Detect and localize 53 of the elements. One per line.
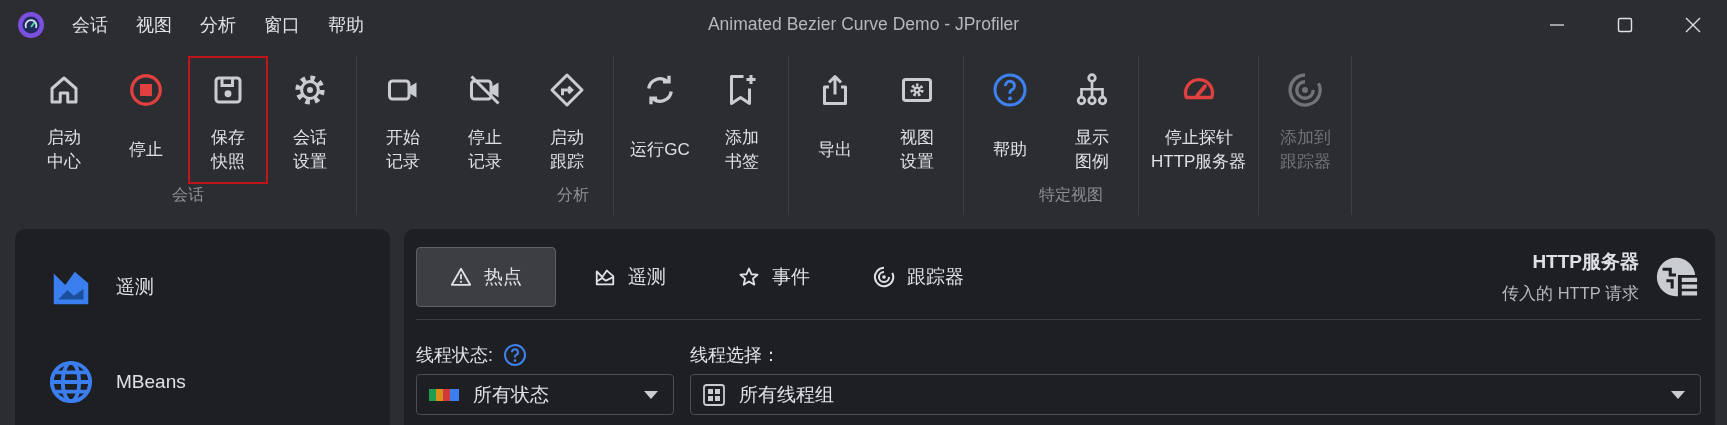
tab[interactable]: 遥测: [560, 247, 700, 307]
dropdown[interactable]: 所有状态: [416, 374, 674, 415]
stop-icon: [128, 72, 164, 108]
caret-icon: [1670, 389, 1686, 400]
toolbar-button[interactable]: 运行GC: [620, 56, 700, 184]
menu-item[interactable]: 窗口: [250, 13, 314, 37]
grid-icon: [703, 383, 725, 406]
minimize-icon: [1550, 24, 1564, 26]
warning-icon: [450, 266, 472, 288]
window-title: Animated Bezier Curve Demo - JProfiler: [707, 14, 1020, 34]
dropdown[interactable]: 所有线程组: [690, 374, 1701, 415]
toolbar-button[interactable]: 视图设置: [877, 56, 957, 184]
close-icon: [1684, 16, 1702, 34]
group-label: 分析: [557, 185, 589, 205]
toolbar-button[interactable]: 停止: [106, 56, 186, 184]
toolbar-button[interactable]: 导出: [795, 56, 875, 184]
filter-label: 线程选择：: [690, 344, 780, 367]
view-subtitle: 传入的 HTTP 请求: [1502, 283, 1639, 304]
color-strip-icon: [429, 388, 459, 401]
caret-icon: [643, 389, 659, 400]
tab[interactable]: 热点: [416, 247, 556, 307]
toolbar-button[interactable]: 启动跟踪: [527, 56, 607, 184]
toolbar-button[interactable]: 添加书签: [702, 56, 782, 184]
toolbar-button[interactable]: 停止探针 HTTP服务器: [1145, 56, 1253, 184]
menu-item[interactable]: 视图: [122, 13, 186, 37]
menu-item[interactable]: 会话: [58, 13, 122, 37]
tab[interactable]: 事件: [704, 247, 844, 307]
sidebar-item[interactable]: MBeans: [15, 334, 390, 425]
hierarchy-icon: [1074, 72, 1110, 108]
tab[interactable]: 跟踪器: [848, 247, 988, 307]
toolbar-button[interactable]: 显示图例: [1052, 56, 1132, 184]
maximize-icon: [1616, 16, 1634, 34]
gear-icon: [292, 72, 328, 108]
toolbar-button[interactable]: 会话设置: [270, 56, 350, 184]
target-icon: [872, 266, 895, 288]
globe-icon: [48, 358, 94, 405]
filter-label: 线程状态:: [416, 344, 493, 367]
group-label: 会话: [171, 185, 204, 205]
view-title: HTTP服务器: [1532, 250, 1639, 274]
app-logo-icon: [18, 12, 44, 38]
diamond-arrow-icon: [549, 72, 585, 108]
toolbar-button[interactable]: 开始记录: [363, 56, 443, 184]
group-label: 特定视图: [1038, 185, 1103, 205]
menu-item[interactable]: 帮助: [314, 13, 378, 37]
toolbar-button[interactable]: 启动中心: [24, 56, 104, 184]
toolbar-button[interactable]: 保存快照: [188, 56, 268, 184]
toolbar-button[interactable]: 帮助: [970, 56, 1050, 184]
sidebar-item[interactable]: 遥测: [15, 239, 390, 334]
menu-item[interactable]: 分析: [186, 13, 250, 37]
target-icon: [1287, 72, 1324, 108]
star-icon: [738, 266, 760, 288]
toolbar-button[interactable]: 停止记录: [445, 56, 525, 184]
help-icon: [992, 72, 1028, 108]
